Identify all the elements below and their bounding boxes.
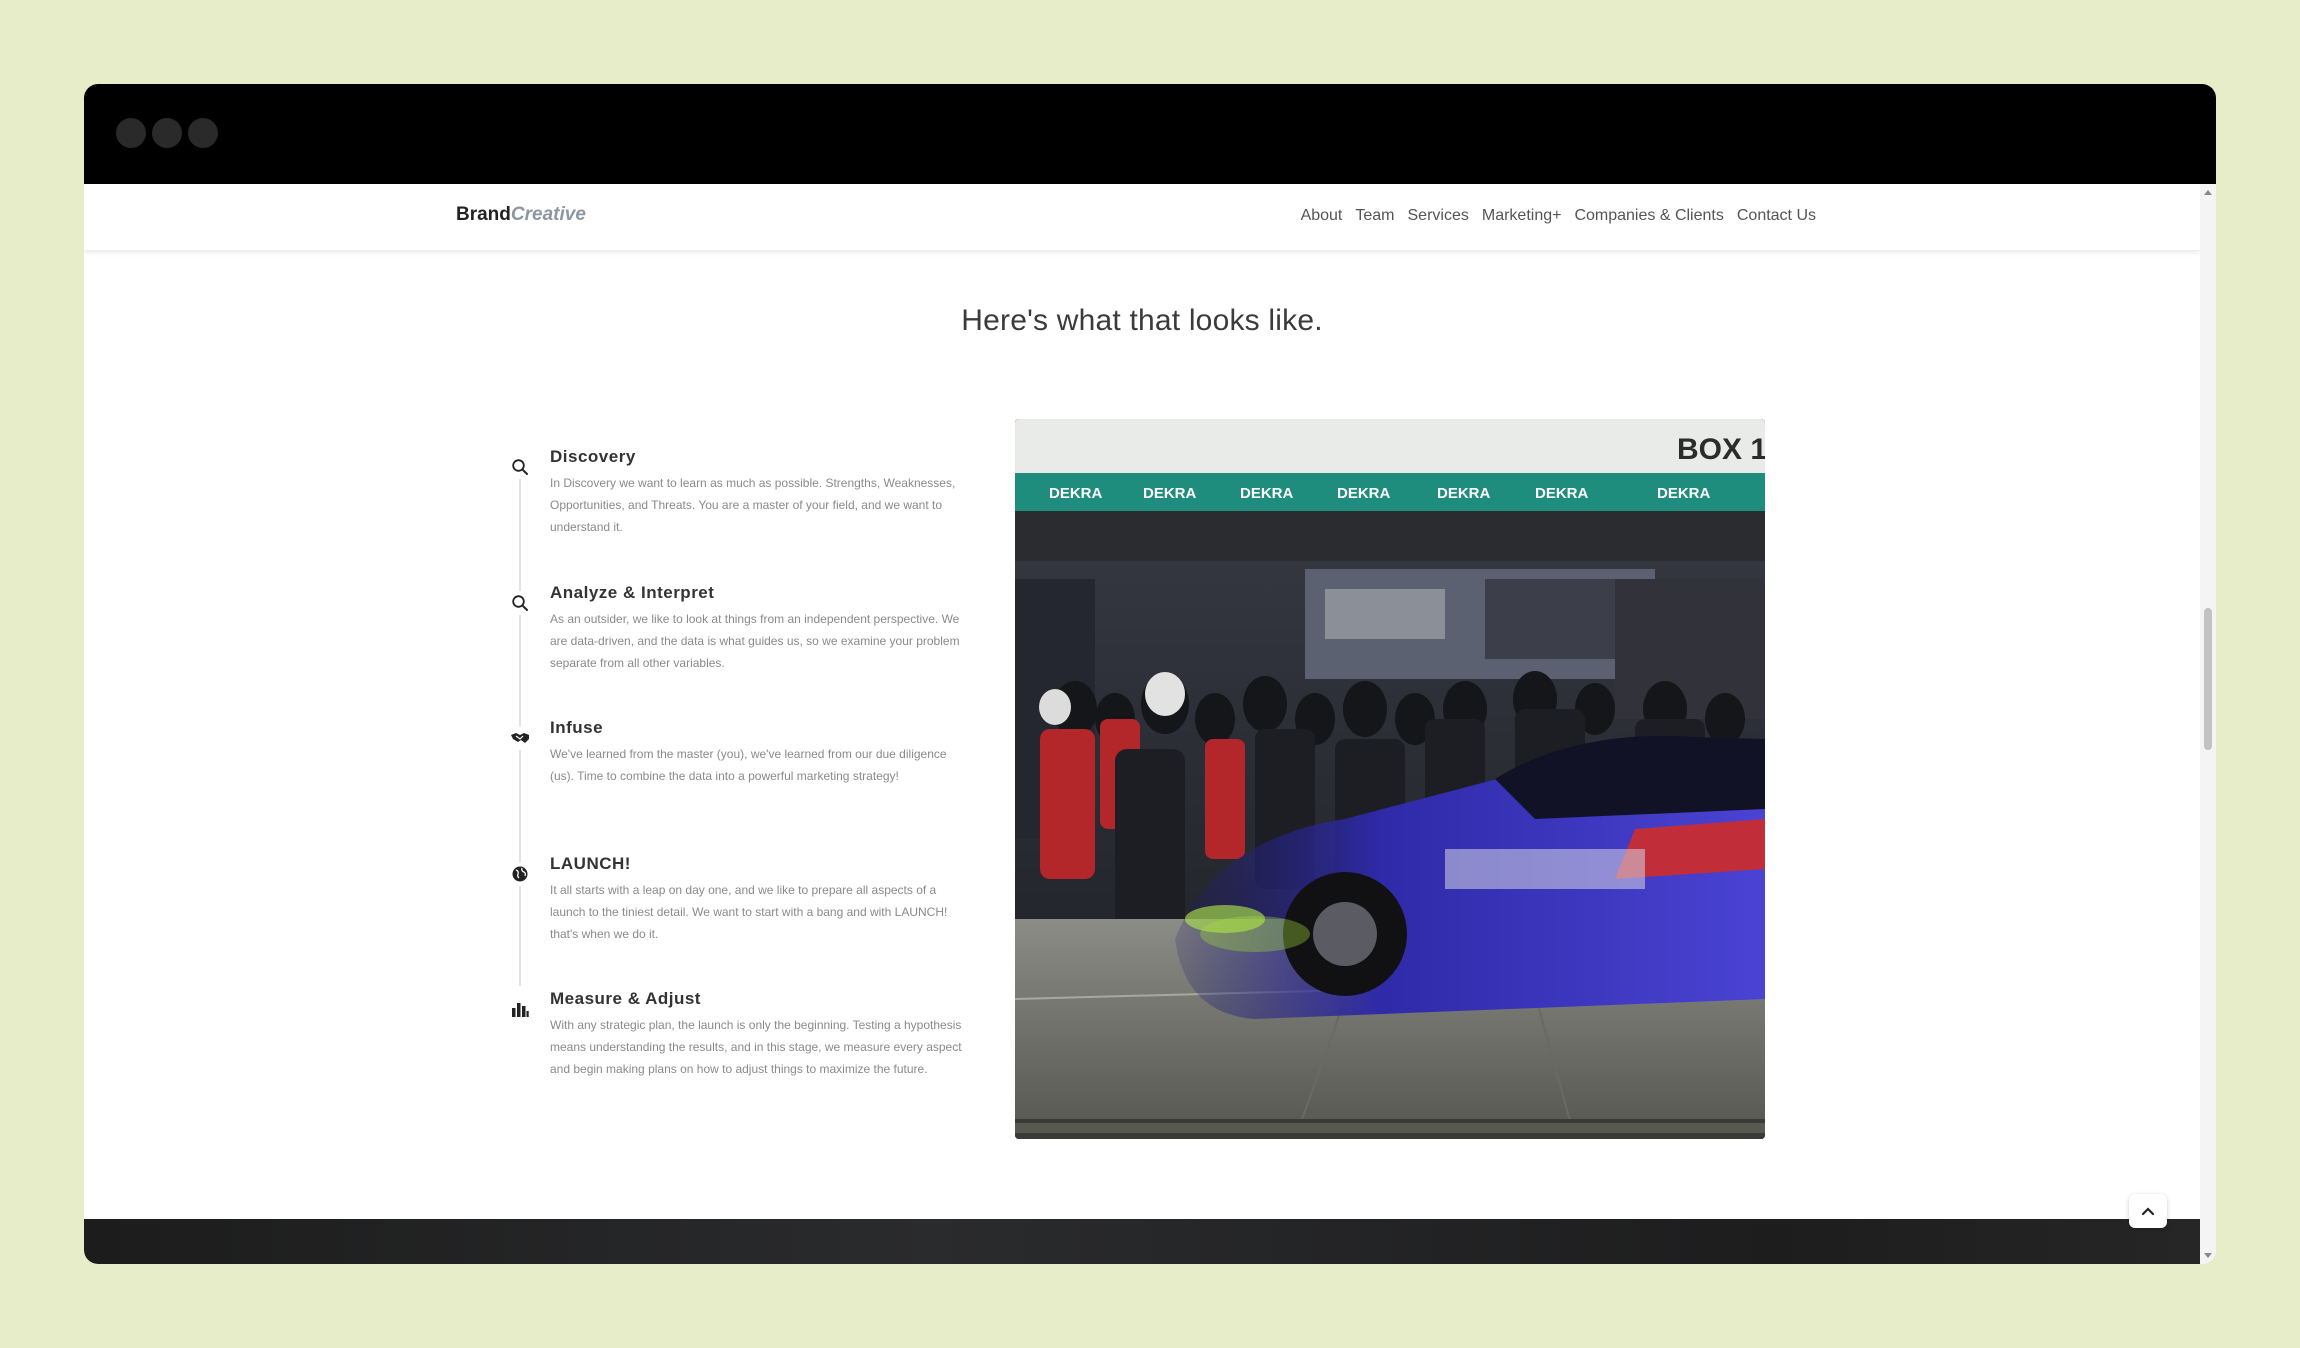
nav-link-about[interactable]: About <box>1301 207 1343 225</box>
handshake-icon <box>508 726 532 750</box>
step-title: Discovery <box>550 447 636 466</box>
bar-chart-icon <box>508 997 532 1021</box>
step-description: As an outsider, we like to look at thing… <box>550 611 960 670</box>
banner-text: DEKRA <box>1437 485 1491 502</box>
window-close-button[interactable] <box>116 118 146 148</box>
process-step-infuse: Infuse We've learned from the master (yo… <box>508 717 1048 849</box>
step-title: Analyze & Interpret <box>550 582 715 602</box>
step-description: With any strategic plan, the launch is o… <box>550 1018 962 1076</box>
process-step-launch: LAUNCH! It all starts with a leap on day… <box>508 853 1048 985</box>
step-title: Infuse <box>550 718 604 737</box>
process-step-analyze: Analyze & Interpret As an outsider, we l… <box>508 582 1048 714</box>
process-step-measure: Measure & Adjust With any strategic plan… <box>508 988 1048 1120</box>
back-to-top-button[interactable] <box>2129 1194 2167 1228</box>
banner-text: DEKRA <box>1337 485 1391 502</box>
step-description: It all starts with a leap on day one, an… <box>550 882 948 941</box>
window-minimize-button[interactable] <box>152 118 182 148</box>
box-label: BOX 10 <box>1677 433 1765 466</box>
search-icon <box>508 590 532 615</box>
nav-link-companies-clients[interactable]: Companies & Clients <box>1574 207 1723 225</box>
brand-accent: Creative <box>510 204 586 225</box>
page-viewport: BrandCreative About Team Services Market… <box>84 184 2200 1264</box>
process-steps: Discovery In Discovery we want to learn … <box>508 442 1048 1120</box>
browser-window: BrandCreative About Team Services Market… <box>84 84 2216 1264</box>
banner-text: DEKRA <box>1143 485 1197 502</box>
nav-link-contact[interactable]: Contact Us <box>1737 207 1816 225</box>
section-title: Here's what that looks like. <box>961 304 1323 337</box>
banner-text: DEKRA <box>1049 485 1103 502</box>
search-icon <box>508 455 532 479</box>
banner-text: DEKRA <box>1535 485 1589 502</box>
step-description: In Discovery we want to learn as much as… <box>550 476 956 534</box>
nav-link-services[interactable]: Services <box>1408 207 1469 225</box>
banner-text: DEKRA <box>1657 485 1711 502</box>
footer-section <box>84 1219 2200 1264</box>
title-bar <box>84 84 2216 184</box>
banner-text: DEKRA <box>1240 485 1294 502</box>
scroll-up-arrow-icon[interactable] <box>2204 190 2212 195</box>
globe-icon <box>508 861 532 886</box>
chevron-up-icon <box>2141 1207 2155 1216</box>
nav-link-marketing[interactable]: Marketing+ <box>1482 207 1562 225</box>
process-step-discovery: Discovery In Discovery we want to learn … <box>508 446 1048 578</box>
brand-primary: Brand <box>456 204 511 225</box>
race-pit-stop-photo: BOX 10 DEKRA DEKRA DEKRA DEKRA DEKRA DEK… <box>1015 419 1765 1139</box>
window-maximize-button[interactable] <box>188 118 218 148</box>
scroll-down-arrow-icon[interactable] <box>2204 1253 2212 1258</box>
step-title: LAUNCH! <box>550 853 631 873</box>
brand-logo[interactable]: BrandCreative <box>456 204 586 226</box>
nav-link-team[interactable]: Team <box>1355 207 1394 225</box>
scroll-thumb[interactable] <box>2204 608 2212 750</box>
nav-menu: About Team Services Marketing+ Companies… <box>1301 207 1816 225</box>
site-navbar: BrandCreative About Team Services Market… <box>84 184 2200 251</box>
step-title: Measure & Adjust <box>550 989 701 1008</box>
scrollbar[interactable] <box>2200 184 2216 1264</box>
step-description: We've learned from the master (you), we'… <box>550 747 947 783</box>
